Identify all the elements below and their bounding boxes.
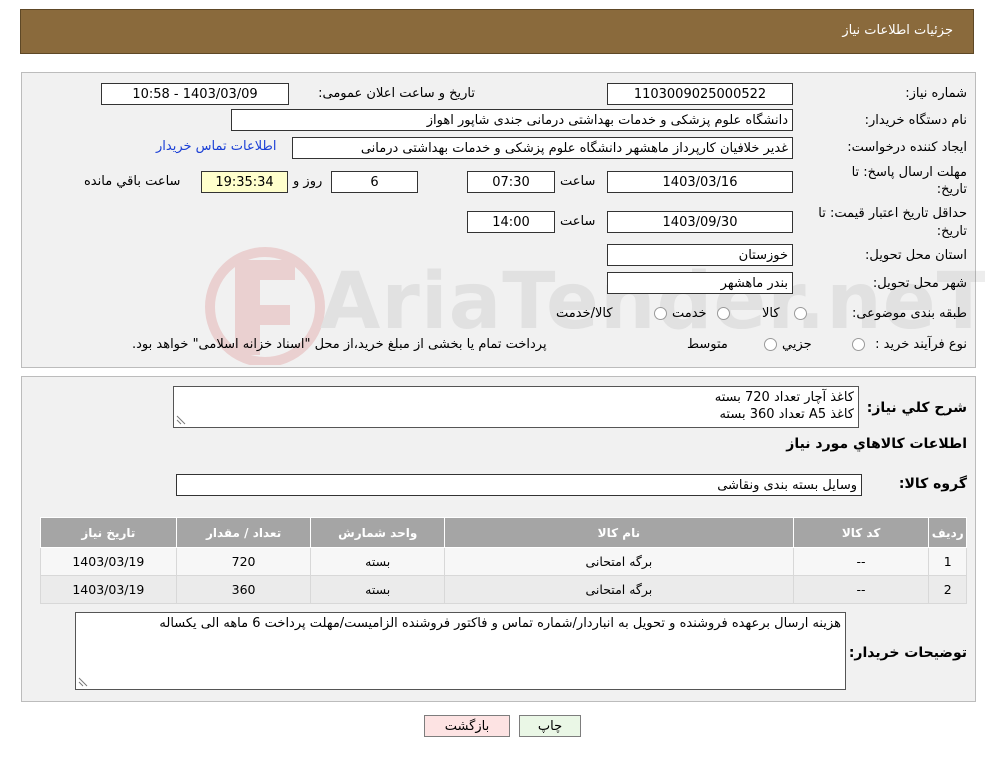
announce-label: تاریخ و ساعت اعلان عمومی: [318,86,475,101]
creator-field[interactable]: غدیر خلافیان کارپرداز ماهشهر دانشگاه علو… [292,137,793,159]
category-label: طبقه بندی موضوعی: [851,306,967,321]
city-label: شهر محل تحویل: [872,276,967,291]
buyer-notes-textarea[interactable]: هزینه ارسال برعهده فروشنده و تحویل به ان… [75,612,846,690]
category-radio-service[interactable] [717,307,730,320]
need-number-label: شماره نیاز: [905,86,967,101]
cell-qty: 720 [175,547,312,576]
city-field[interactable]: بندر ماهشهر [607,272,793,294]
process-label: نوع فرآیند خرید : [875,337,967,352]
goods-group-field[interactable]: وسایل بسته بندی ونقاشی [176,474,862,496]
process-radio-minor[interactable] [852,338,865,351]
page-header: جزئیات اطلاعات نیاز [20,9,974,54]
cell-date: 1403/03/19 [40,575,177,604]
category-goods-label: کالا [762,306,780,321]
cell-unit: بسته [310,575,446,604]
col-unit: واحد شمارش [310,517,446,548]
days-label: روز و [293,174,323,189]
deadline-time-label: ساعت [560,174,596,189]
cell-date: 1403/03/19 [40,547,177,576]
cell-code: -- [792,575,930,604]
process-minor-label: جزیي [782,337,812,352]
remaining-label: ساعت باقي مانده [84,174,181,189]
category-service-label: خدمت [672,306,707,321]
need-number-field[interactable]: 1103009025000522 [607,83,793,105]
description-line-2: کاغذ A5 تعداد 360 بسته [719,407,854,422]
buyer-notes-text: هزینه ارسال برعهده فروشنده و تحویل به ان… [159,616,841,631]
buyer-org-field[interactable]: دانشگاه علوم پزشکی و خدمات بهداشتی درمان… [231,109,793,131]
goods-group-label: گروه کالا: [898,476,967,492]
print-button[interactable]: چاپ [519,715,581,737]
announce-field[interactable]: 1403/03/09 - 10:58 [101,83,289,105]
province-field[interactable]: خوزستان [607,244,793,266]
col-row: ردیف [928,517,967,548]
resize-handle-icon[interactable] [176,415,186,425]
description-label: شرح کلي نياز: [866,400,967,416]
contact-buyer-link[interactable]: اطلاعات تماس خریدار [156,139,276,154]
deadline-label: مهلت ارسال پاسخ: تا [851,165,967,180]
cell-name: برگه امتحانی [444,575,794,604]
col-date: تاریخ نیاز [40,517,177,548]
days-field[interactable]: 6 [331,171,418,193]
category-radio-goods[interactable] [794,307,807,320]
province-label: استان محل تحویل: [865,248,967,263]
cell-row: 2 [928,575,967,604]
buyer-org-label: نام دستگاه خریدار: [864,113,967,128]
deadline-label-2: تاریخ: [936,182,967,197]
creator-label: ایجاد کننده درخواست: [847,140,967,155]
validity-time-label: ساعت [560,214,596,229]
back-button[interactable]: بازگشت [424,715,510,737]
page-title: جزئیات اطلاعات نیاز [842,23,953,38]
col-name: نام کالا [444,517,794,548]
cell-row: 1 [928,547,967,576]
process-medium-label: متوسط [687,337,728,352]
table-row[interactable]: 2 -- برگه امتحانی بسته 360 1403/03/19 [40,575,967,604]
validity-label-2: تاریخ: [936,224,967,239]
col-qty: تعداد / مقدار [175,517,312,548]
validity-label: حداقل تاریخ اعتبار قیمت: تا [818,206,967,221]
description-line-1: کاغذ آچار تعداد 720 بسته [714,390,854,405]
cell-code: -- [792,547,930,576]
goods-section-title: اطلاعات کالاهاي مورد نياز [786,436,967,452]
goods-table-header: ردیف کد کالا نام کالا واحد شمارش تعداد /… [40,517,967,548]
watermark-text: AriaTender.neT [320,257,985,347]
buyer-notes-label: توضیحات خریدار: [848,645,967,661]
category-radio-goods-service[interactable] [654,307,667,320]
validity-time-field[interactable]: 14:00 [467,211,555,233]
remaining-time-field: 19:35:34 [201,171,288,193]
cell-qty: 360 [175,575,312,604]
validity-date-field[interactable]: 1403/09/30 [607,211,793,233]
process-radio-medium[interactable] [764,338,777,351]
description-textarea[interactable]: کاغذ آچار تعداد 720 بسته کاغذ A5 تعداد 3… [173,386,859,428]
category-goods-service-label: کالا/خدمت [556,306,613,321]
cell-name: برگه امتحانی [444,547,794,576]
resize-handle-icon[interactable] [78,677,88,687]
deadline-time-field[interactable]: 07:30 [467,171,555,193]
col-code: کد کالا [792,517,930,548]
cell-unit: بسته [310,547,446,576]
process-note: پرداخت تمام یا بخشی از مبلغ خرید،از محل … [132,337,547,352]
table-row[interactable]: 1 -- برگه امتحانی بسته 720 1403/03/19 [40,547,967,576]
goods-table: ردیف کد کالا نام کالا واحد شمارش تعداد /… [40,517,967,604]
deadline-date-field[interactable]: 1403/03/16 [607,171,793,193]
